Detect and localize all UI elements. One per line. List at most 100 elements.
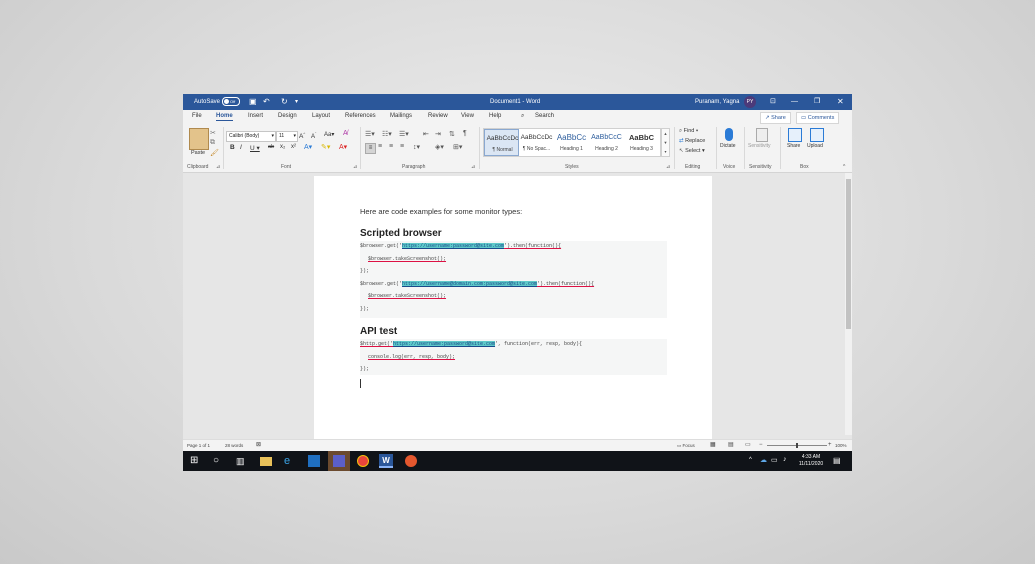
style-no-spacing[interactable]: AaBbCcDc ¶ No Spac...	[519, 129, 554, 156]
change-case-icon[interactable]: Aa▾	[324, 131, 334, 138]
strikethrough-icon[interactable]: ab	[268, 144, 274, 150]
align-left-icon[interactable]: ≡	[365, 143, 376, 154]
tab-mailings[interactable]: Mailings	[390, 113, 412, 119]
tab-references[interactable]: References	[345, 113, 376, 119]
comments-button[interactable]: ▭ Comments	[796, 112, 840, 124]
proofing-icon[interactable]: ⊠	[256, 440, 261, 451]
search-icon[interactable]: ○	[213, 454, 227, 468]
tab-file[interactable]: File	[192, 113, 202, 119]
volume-icon[interactable]: ♪	[783, 456, 787, 463]
scrollbar-thumb[interactable]	[846, 179, 851, 329]
shrink-font-icon[interactable]: Aˇ	[311, 131, 316, 140]
customize-qat-icon[interactable]: ▾	[295, 94, 298, 110]
tab-home[interactable]: Home	[216, 113, 233, 121]
find-button[interactable]: ⌕ Find ▾	[679, 128, 698, 135]
vertical-scrollbar[interactable]	[845, 173, 852, 435]
sensitivity-button[interactable]: Sensitivity	[748, 143, 771, 149]
format-painter-icon[interactable]: 🖌	[210, 149, 219, 157]
zoom-level[interactable]: 100%	[835, 440, 847, 451]
restore-icon[interactable]: ❐	[814, 94, 820, 110]
focus-button[interactable]: ▭ Focus	[677, 440, 695, 451]
sort-icon[interactable]: ⇅	[449, 130, 455, 138]
zoom-out-icon[interactable]: −	[759, 440, 763, 451]
copy-icon[interactable]: ⧉	[210, 139, 215, 147]
style-heading-3[interactable]: AaBbC Heading 3	[624, 129, 659, 156]
highlight-color-icon[interactable]: ✎▾	[321, 143, 330, 151]
collapse-ribbon-icon[interactable]: ^	[843, 164, 845, 170]
edge-icon[interactable]: e	[284, 454, 298, 468]
font-color-icon[interactable]: A▾	[339, 143, 347, 151]
microphone-icon[interactable]	[725, 128, 733, 141]
underline-icon[interactable]: U ▾	[250, 144, 260, 152]
web-layout-icon[interactable]: ▭	[745, 440, 751, 451]
tab-layout[interactable]: Layout	[312, 113, 330, 119]
tab-insert[interactable]: Insert	[248, 113, 263, 119]
teams-icon[interactable]	[333, 455, 345, 467]
increase-indent-icon[interactable]: ⇥	[435, 130, 441, 138]
ribbon-display-icon[interactable]: ⊡	[770, 94, 776, 110]
align-center-icon[interactable]: ≡	[378, 143, 382, 150]
minimize-icon[interactable]: —	[791, 94, 798, 110]
text-effects-icon[interactable]: A▾	[304, 143, 312, 151]
search-icon[interactable]: ⌕	[521, 113, 524, 120]
notifications-icon[interactable]: ▤	[833, 456, 841, 465]
sensitivity-icon[interactable]	[756, 128, 768, 142]
zoom-in-icon[interactable]: +	[828, 440, 832, 451]
redo-icon[interactable]: ↻	[281, 94, 288, 110]
code-link[interactable]: https://username:password@site.com	[393, 341, 496, 347]
grow-font-icon[interactable]: A^	[299, 131, 305, 140]
box-share-button[interactable]: Share	[787, 143, 800, 149]
document-page[interactable]: Here are code examples for some monitor …	[314, 176, 712, 446]
multilevel-list-icon[interactable]: ☰▾	[399, 130, 409, 138]
clipboard-launcher-icon[interactable]: ⊿	[216, 164, 220, 170]
outlook-icon[interactable]	[308, 455, 320, 467]
onedrive-icon[interactable]: ☁	[760, 456, 767, 464]
decrease-indent-icon[interactable]: ⇤	[423, 130, 429, 138]
word-count[interactable]: 28 words	[225, 440, 243, 451]
paste-icon[interactable]	[189, 128, 209, 150]
app-icon[interactable]	[405, 455, 417, 467]
chrome-icon[interactable]	[357, 455, 369, 467]
font-size-select[interactable]: 11 ▾	[276, 131, 298, 142]
share-button[interactable]: ↗ Share	[760, 112, 791, 124]
borders-icon[interactable]: ⊞▾	[453, 143, 462, 151]
windows-start-icon[interactable]: ⊞	[190, 454, 204, 468]
bullets-icon[interactable]: ☰▾	[365, 130, 375, 138]
file-explorer-icon[interactable]	[260, 457, 272, 466]
align-right-icon[interactable]: ≡	[389, 143, 393, 150]
bold-icon[interactable]: B	[230, 144, 235, 151]
undo-icon[interactable]: ↶	[263, 94, 270, 110]
word-taskbar-icon[interactable]: W	[379, 454, 393, 468]
tab-design[interactable]: Design	[278, 113, 297, 119]
user-name[interactable]: Puranam, Yagna	[695, 94, 739, 110]
justify-icon[interactable]: ≡	[400, 143, 404, 150]
shading-icon[interactable]: ◈▾	[435, 143, 444, 151]
save-icon[interactable]: ▣	[249, 94, 257, 110]
print-layout-icon[interactable]: ▤	[728, 440, 734, 451]
clear-formatting-icon[interactable]: A̸	[343, 130, 348, 137]
style-heading-2[interactable]: AaBbCcC Heading 2	[589, 129, 624, 156]
paste-label[interactable]: Paste	[191, 150, 205, 156]
code-link[interactable]: https://username@domain.com:password@sit…	[402, 281, 538, 287]
replace-button[interactable]: ⇄ Replace	[679, 138, 705, 144]
style-normal[interactable]: AaBbCcDc ¶ Normal	[484, 129, 519, 156]
zoom-slider-handle[interactable]	[796, 443, 798, 448]
code-link[interactable]: https://username:password@site.com	[402, 243, 505, 249]
italic-icon[interactable]: I	[240, 144, 242, 151]
cut-icon[interactable]: ✂	[210, 129, 216, 137]
tab-review[interactable]: Review	[428, 113, 448, 119]
font-launcher-icon[interactable]: ⊿	[353, 164, 357, 170]
close-icon[interactable]: ✕	[837, 94, 844, 110]
clock[interactable]: 4:33 AM 11/11/2020	[795, 454, 827, 468]
select-button[interactable]: ↖ Select ▾	[679, 148, 705, 154]
numbering-icon[interactable]: ☷▾	[382, 130, 392, 138]
subscript-icon[interactable]: x₂	[280, 144, 285, 150]
font-name-select[interactable]: Calibri (Body) ▾	[226, 131, 276, 142]
box-upload-icon[interactable]	[810, 128, 824, 142]
line-spacing-icon[interactable]: ↕▾	[413, 143, 420, 151]
task-view-icon[interactable]: ▥	[236, 454, 250, 468]
style-heading-1[interactable]: AaBbCc Heading 1	[554, 129, 589, 156]
styles-launcher-icon[interactable]: ⊿	[666, 164, 670, 170]
page-count[interactable]: Page 1 of 1	[187, 440, 210, 451]
autosave-toggle[interactable]: Off	[222, 94, 240, 110]
